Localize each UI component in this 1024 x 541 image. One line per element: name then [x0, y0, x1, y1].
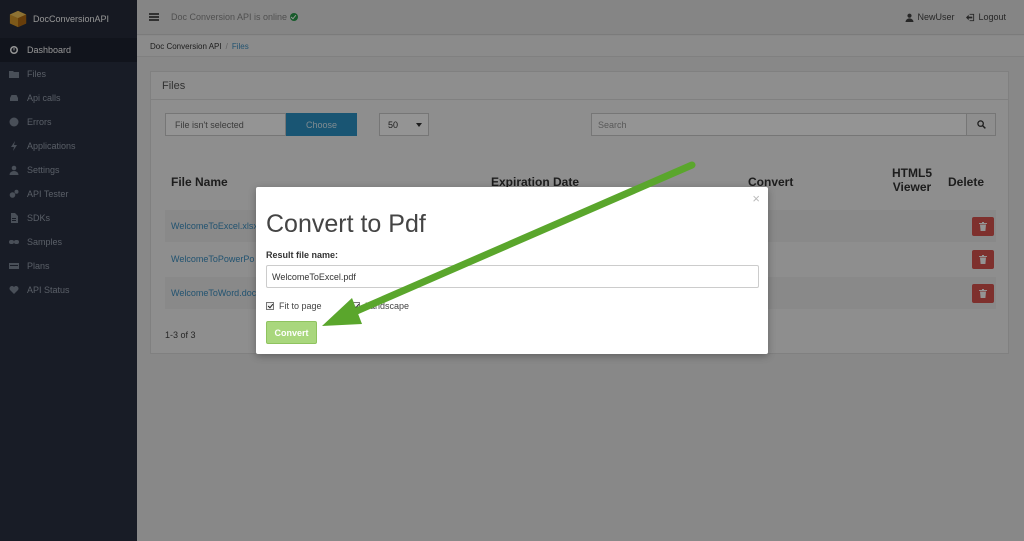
checkbox-checked-icon [266, 302, 274, 310]
convert-button[interactable]: Convert [266, 321, 317, 344]
result-file-name-label: Result file name: [266, 250, 339, 260]
checkbox-checked-icon [352, 302, 360, 310]
fit-to-page-checkbox[interactable]: Fit to page [266, 301, 322, 311]
fit-to-page-label: Fit to page [279, 301, 322, 311]
landscape-checkbox[interactable]: Landscape [352, 301, 409, 311]
close-icon[interactable]: × [752, 191, 760, 206]
result-file-name-input[interactable] [266, 265, 759, 288]
landscape-label: Landscape [365, 301, 410, 311]
modal-title: Convert to Pdf [266, 210, 426, 238]
convert-modal: × Convert to Pdf Result file name: Fit t… [256, 187, 768, 354]
